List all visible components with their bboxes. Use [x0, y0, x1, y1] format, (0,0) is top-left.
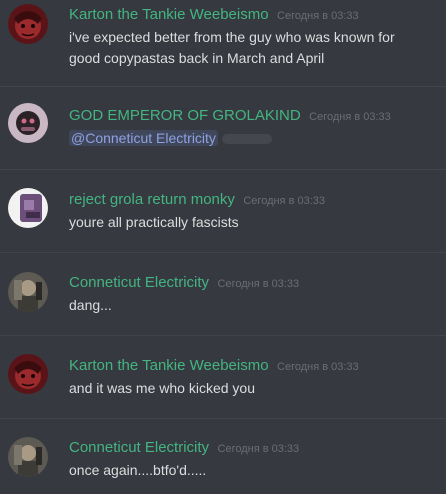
red-anime-avatar-icon[interactable] — [8, 4, 48, 44]
username[interactable]: Conneticut Electricity — [69, 274, 209, 291]
masked-figure-avatar-icon[interactable] — [8, 103, 48, 143]
message-group: GOD EMPEROR OF GROLAKIND Сегодня в 03:33… — [0, 87, 446, 169]
message-text: dang... — [69, 297, 112, 313]
message-text: i've expected better from the guy who wa… — [69, 29, 395, 66]
blurred-content — [221, 134, 272, 145]
purple-figure-avatar-icon[interactable] — [8, 188, 48, 228]
timestamp: Сегодня в 03:33 — [243, 195, 325, 207]
chat-message-list: Karton the Tankie Weebeismo Сегодня в 03… — [0, 0, 446, 494]
message-header: Karton the Tankie Weebeismo Сегодня в 03… — [69, 357, 359, 376]
username[interactable]: GOD EMPEROR OF GROLAKIND — [69, 107, 301, 124]
soldier-avatar-icon[interactable] — [8, 437, 48, 477]
timestamp: Сегодня в 03:33 — [217, 443, 300, 455]
message-header: Conneticut Electricity Сегодня в 03:33 — [69, 274, 299, 293]
red-anime-avatar-icon[interactable] — [8, 354, 48, 394]
message-text: and it was me who kicked you — [69, 380, 255, 396]
message-text: once again....btfo'd..... — [69, 462, 207, 478]
username[interactable]: reject grola return monky — [69, 191, 235, 208]
message-group: reject grola return monky Сегодня в 03:3… — [0, 170, 446, 252]
user-mention[interactable]: @Conneticut Electricity — [69, 130, 218, 146]
message-header: Karton the Tankie Weebeismo Сегодня в 03… — [69, 6, 359, 25]
message-group: Conneticut Electricity Сегодня в 03:33 o… — [0, 419, 446, 494]
username[interactable]: Karton the Tankie Weebeismo — [69, 357, 269, 374]
message-header: reject grola return monky Сегодня в 03:3… — [69, 191, 325, 210]
timestamp: Сегодня в 03:33 — [277, 361, 359, 373]
soldier-avatar-icon[interactable] — [8, 272, 48, 312]
message-header: Conneticut Electricity Сегодня в 03:33 — [69, 439, 299, 458]
message-group: Conneticut Electricity Сегодня в 03:33 d… — [0, 253, 446, 335]
message-group: Karton the Tankie Weebeismo Сегодня в 03… — [0, 0, 446, 86]
timestamp: Сегодня в 03:33 — [309, 111, 391, 123]
message-text: youre all practically fascists — [69, 214, 239, 230]
username[interactable]: Conneticut Electricity — [69, 439, 209, 456]
message-header: GOD EMPEROR OF GROLAKIND Сегодня в 03:33 — [69, 107, 391, 126]
timestamp: Сегодня в 03:33 — [217, 278, 300, 290]
username[interactable]: Karton the Tankie Weebeismo — [69, 6, 269, 23]
message-group: Karton the Tankie Weebeismo Сегодня в 03… — [0, 336, 446, 418]
message-text: @Conneticut Electricity — [69, 128, 429, 149]
timestamp: Сегодня в 03:33 — [277, 10, 359, 22]
